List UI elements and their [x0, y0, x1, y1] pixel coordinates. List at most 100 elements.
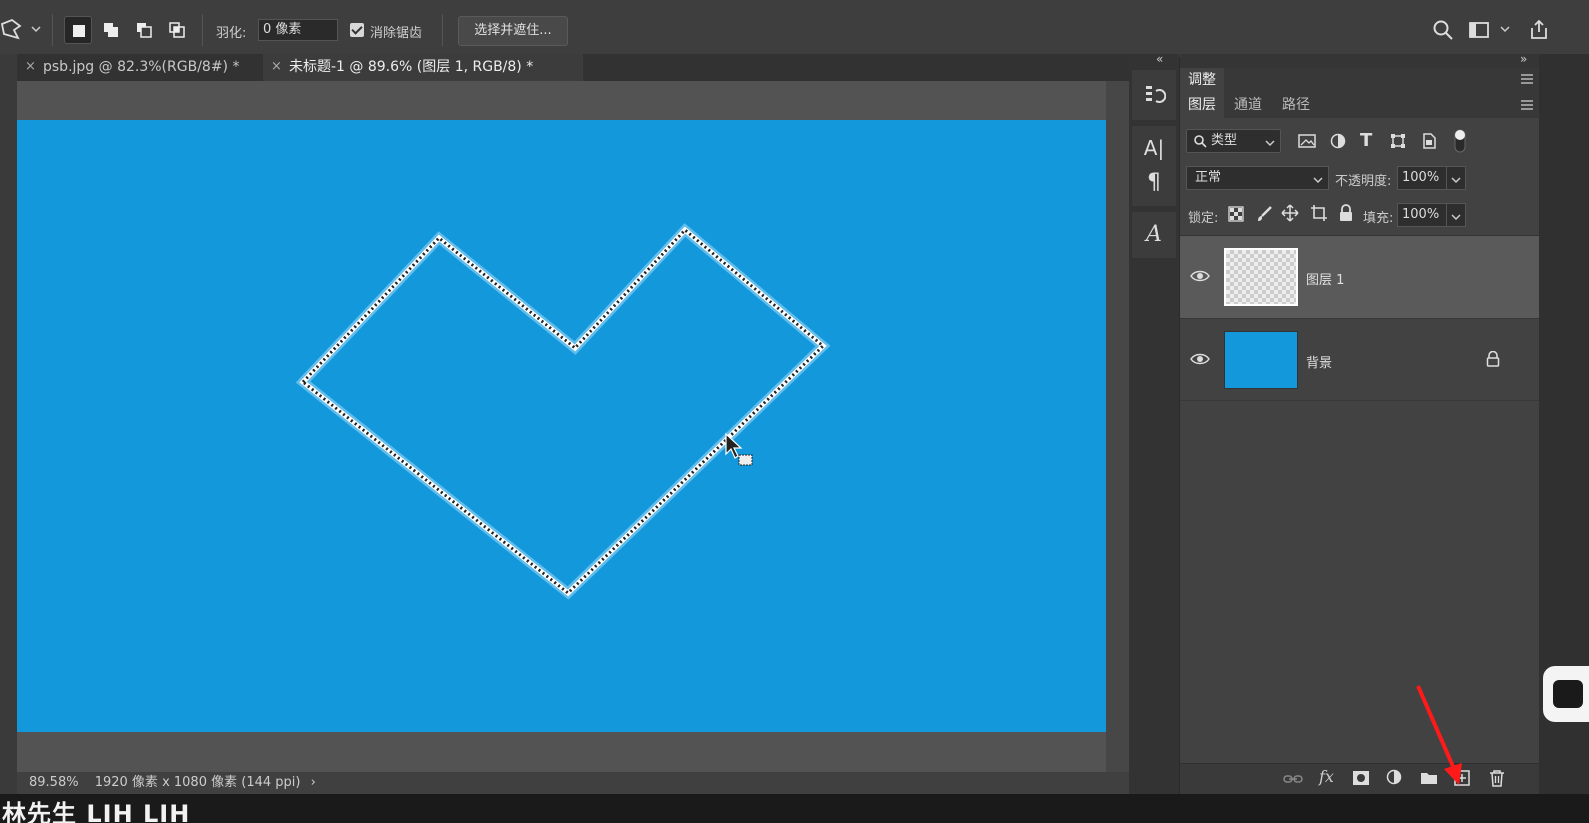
adjustment-layer-icon[interactable] — [1386, 769, 1404, 787]
tab-adjustments[interactable]: 调整 — [1180, 68, 1224, 92]
blend-mode-value: 正常 — [1195, 170, 1222, 185]
separator — [442, 14, 443, 46]
type-filter-icon[interactable]: T — [1360, 130, 1372, 151]
vertical-scrollbar[interactable] — [1106, 81, 1129, 774]
panel-icon-column: A| ¶ A — [1129, 54, 1179, 794]
search-icon — [1194, 135, 1207, 148]
selection-outline — [295, 223, 831, 600]
annotation-arrow-icon — [1416, 685, 1462, 785]
tab-channels[interactable]: 通道 — [1226, 92, 1270, 118]
antialias-checkbox[interactable] — [350, 23, 364, 37]
feather-label: 羽化: — [216, 26, 247, 41]
tab-psb[interactable]: × psb.jpg @ 82.3%(RGB/8#) * — [17, 54, 259, 81]
lock-label: 锁定: — [1188, 211, 1219, 226]
bottom-strip — [0, 794, 1589, 823]
document-info: 1920 像素 x 1080 像素 (144 ppi) — [94, 775, 301, 790]
fill-dropdown[interactable] — [1446, 203, 1466, 227]
search-icon[interactable] — [1432, 19, 1454, 41]
status-arrow[interactable]: › — [311, 775, 316, 790]
layer-thumbnail[interactable] — [1224, 248, 1298, 306]
link-layers-icon[interactable] — [1283, 772, 1303, 786]
collapse-right-icon[interactable]: » — [1520, 52, 1527, 66]
fx-icon[interactable]: fx — [1319, 767, 1334, 786]
chevron-down-icon — [1265, 140, 1275, 147]
tab-label: psb.jpg @ 82.3%(RGB/8#) * — [43, 59, 240, 75]
close-icon[interactable]: × — [25, 54, 36, 80]
character-icon[interactable]: A| — [1132, 136, 1176, 160]
glyphs-icon[interactable]: A — [1132, 222, 1176, 247]
fill-input[interactable]: 100% — [1397, 203, 1451, 227]
layers-tabs: 图层 通道 路径 — [1180, 92, 1539, 118]
tools-strip — [0, 54, 17, 794]
type-group: A| ¶ — [1132, 126, 1176, 206]
panel-menu-icon[interactable] — [1521, 100, 1533, 110]
new-selection-icon — [73, 25, 85, 37]
layer-thumbnail[interactable] — [1224, 331, 1298, 389]
blend-mode-select[interactable]: 正常 — [1186, 166, 1329, 190]
opacity-input[interactable]: 100% — [1397, 166, 1451, 190]
eye-visibility-icon[interactable] — [1190, 352, 1210, 366]
close-icon[interactable]: × — [271, 54, 282, 80]
chevron-down-icon — [1313, 177, 1323, 184]
intersect-selection-icon — [169, 22, 185, 38]
polygonal-lasso-icon[interactable] — [0, 18, 24, 42]
eye-visibility-icon[interactable] — [1190, 269, 1210, 283]
canvas-workarea[interactable] — [17, 81, 1129, 774]
paragraph-icon[interactable]: ¶ — [1132, 170, 1176, 195]
select-and-mask-button[interactable]: 选择并遮住... — [458, 16, 568, 46]
chevron-down-icon[interactable] — [1500, 24, 1510, 34]
tab-paths[interactable]: 路径 — [1274, 92, 1318, 118]
layer-row-layer1[interactable]: 图层 1 — [1180, 236, 1539, 318]
zoom-level[interactable]: 89.58% — [29, 775, 79, 790]
panel-menu-icon[interactable] — [1521, 74, 1533, 84]
subtract-from-selection-button[interactable] — [130, 16, 158, 44]
chevron-down-icon[interactable] — [31, 24, 41, 34]
lock-artboard-crop-icon[interactable] — [1310, 204, 1328, 222]
feather-input[interactable]: 0 像素 — [258, 19, 338, 41]
share-icon[interactable] — [1528, 19, 1550, 41]
right-edge-area — [1539, 54, 1589, 794]
tab-untitled[interactable]: × 未标题-1 @ 89.6% (图层 1, RGB/8) * — [263, 54, 583, 81]
adjustment-filter-icon[interactable] — [1330, 133, 1346, 149]
tv-logo-icon — [1543, 666, 1589, 722]
antialias-label: 消除锯齿 — [370, 26, 423, 41]
add-mask-icon[interactable] — [1352, 770, 1370, 786]
opacity-dropdown[interactable] — [1446, 166, 1466, 190]
history-icon[interactable] — [1144, 83, 1166, 107]
document-canvas[interactable] — [17, 120, 1115, 732]
smart-object-filter-icon[interactable] — [1421, 132, 1437, 150]
options-bar: 羽化: 0 像素 消除锯齿 选择并遮住... — [0, 0, 1589, 58]
lock-icon[interactable] — [1486, 351, 1500, 367]
lock-pixels-brush-icon[interactable] — [1255, 205, 1273, 223]
new-selection-button[interactable] — [64, 16, 92, 44]
tab-layers[interactable]: 图层 — [1180, 92, 1224, 118]
add-selection-icon — [104, 23, 118, 37]
cursor-icon — [725, 432, 753, 466]
collapse-left-icon[interactable]: « — [1156, 52, 1163, 66]
panel-collapse-bar: « » — [1156, 52, 1589, 68]
layer-row-background[interactable]: 背景 — [1180, 318, 1539, 400]
layers-panel-footer: fx — [1180, 763, 1539, 794]
lock-all-icon[interactable] — [1338, 204, 1354, 222]
lock-position-move-icon[interactable] — [1281, 204, 1299, 222]
watermark-text: 林先生 LIH LIH — [2, 800, 191, 823]
image-filter-icon[interactable] — [1298, 133, 1316, 149]
lock-transparent-icon[interactable] — [1228, 206, 1244, 222]
add-to-selection-button[interactable] — [97, 16, 125, 44]
workspace-icon[interactable] — [1468, 19, 1490, 41]
chevron-down-icon — [1451, 214, 1461, 221]
layers-panel — [1180, 54, 1539, 794]
trash-delete-icon[interactable] — [1489, 769, 1505, 787]
adjustments-header: 调整 — [1180, 68, 1539, 92]
filter-toggle-icon[interactable] — [1453, 128, 1467, 154]
opacity-label: 不透明度: — [1335, 174, 1392, 189]
layer-name[interactable]: 图层 1 — [1306, 269, 1344, 288]
shape-filter-icon[interactable] — [1390, 133, 1406, 149]
chevron-down-icon — [1451, 177, 1461, 184]
intersect-selection-button[interactable] — [163, 16, 191, 44]
subtract-selection-icon — [137, 23, 152, 38]
divider — [1180, 400, 1539, 401]
layer-filter-select[interactable]: 类型 — [1186, 129, 1281, 153]
layer-name[interactable]: 背景 — [1306, 352, 1332, 371]
tab-label: 未标题-1 @ 89.6% (图层 1, RGB/8) * — [289, 59, 534, 75]
